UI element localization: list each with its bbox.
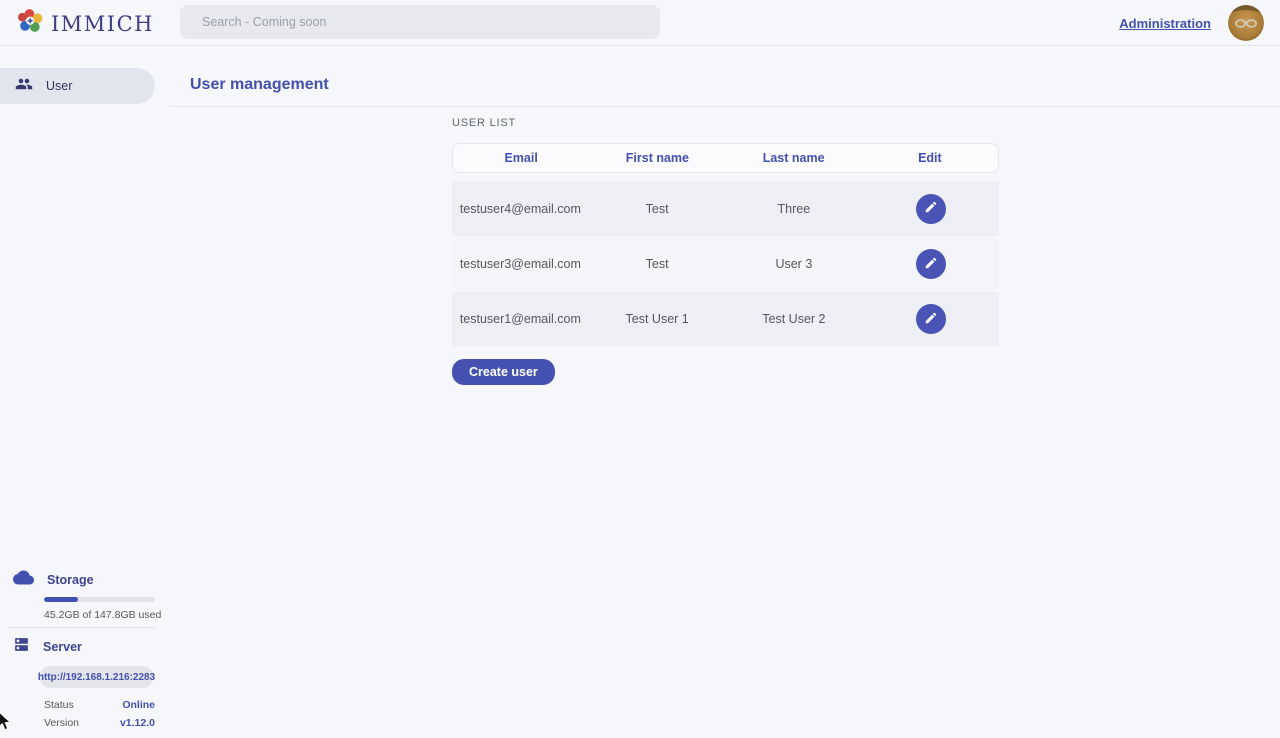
column-header: Last name — [726, 151, 862, 165]
storage-title: Storage — [47, 573, 94, 587]
column-header: First name — [589, 151, 725, 165]
server-version-row: Version v1.12.0 — [44, 717, 155, 729]
cloud-icon — [13, 570, 34, 590]
pencil-edit-icon — [924, 311, 938, 328]
cell-edit — [862, 194, 999, 224]
status-value: Online — [122, 699, 155, 711]
top-navigation-bar: IMMICH Administration — [0, 0, 1280, 46]
page-title: User management — [190, 76, 329, 94]
column-header: Edit — [862, 151, 998, 165]
mouse-cursor — [0, 711, 13, 738]
storage-progress-fill — [44, 597, 78, 602]
create-user-button[interactable]: Create user — [452, 359, 555, 385]
cell-last-name: Test User 2 — [726, 312, 863, 326]
section-label: USER LIST — [452, 117, 999, 129]
server-url-chip: http://192.168.1.216:2283 — [40, 666, 153, 688]
administration-link[interactable]: Administration — [1119, 16, 1211, 31]
cell-first-name: Test — [589, 257, 726, 271]
storage-widget: Storage 45.2GB of 147.8GB used — [0, 570, 170, 621]
version-label: Version — [44, 717, 79, 729]
sidebar-item-user[interactable]: User — [0, 68, 155, 104]
cell-first-name: Test User 1 — [589, 312, 726, 326]
user-management-content: USER LIST EmailFirst nameLast nameEdit t… — [452, 117, 999, 385]
immich-flower-icon — [18, 8, 44, 39]
cell-last-name: User 3 — [726, 257, 863, 271]
table-body: testuser4@email.comTestThreetestuser3@em… — [452, 181, 999, 346]
cell-email: testuser1@email.com — [452, 312, 589, 326]
edit-user-button[interactable] — [916, 194, 946, 224]
cell-email: testuser4@email.com — [452, 202, 589, 216]
topbar-right: Administration — [1119, 0, 1264, 46]
cell-email: testuser3@email.com — [452, 257, 589, 271]
server-icon — [13, 636, 30, 658]
pencil-edit-icon — [924, 256, 938, 273]
server-widget: Server http://192.168.1.216:2283 Status … — [0, 636, 170, 729]
server-title: Server — [43, 640, 82, 654]
edit-user-button[interactable] — [916, 249, 946, 279]
pencil-edit-icon — [924, 200, 938, 217]
cell-edit — [862, 304, 999, 334]
storage-usage-text: 45.2GB of 147.8GB used — [44, 609, 170, 621]
cell-edit — [862, 249, 999, 279]
immich-brand[interactable]: IMMICH — [18, 8, 154, 39]
table-header-row: EmailFirst nameLast nameEdit — [452, 143, 999, 173]
logo-text: IMMICH — [51, 12, 154, 36]
sidebar-item-label: User — [46, 79, 72, 93]
table-row: testuser4@email.comTestThree — [452, 181, 999, 236]
version-value: v1.12.0 — [120, 717, 155, 729]
table-row: testuser3@email.comTestUser 3 — [452, 236, 999, 291]
sidebar-divider — [8, 627, 155, 628]
cell-first-name: Test — [589, 202, 726, 216]
people-icon — [15, 75, 33, 98]
title-divider — [170, 106, 1280, 107]
server-status-row: Status Online — [44, 699, 155, 711]
search-input[interactable] — [180, 5, 660, 39]
avatar[interactable] — [1228, 5, 1264, 41]
status-label: Status — [44, 699, 74, 711]
column-header: Email — [453, 151, 589, 165]
table-row: testuser1@email.comTest User 1Test User … — [452, 291, 999, 346]
cell-last-name: Three — [726, 202, 863, 216]
storage-progress-bar — [44, 597, 155, 602]
edit-user-button[interactable] — [916, 304, 946, 334]
